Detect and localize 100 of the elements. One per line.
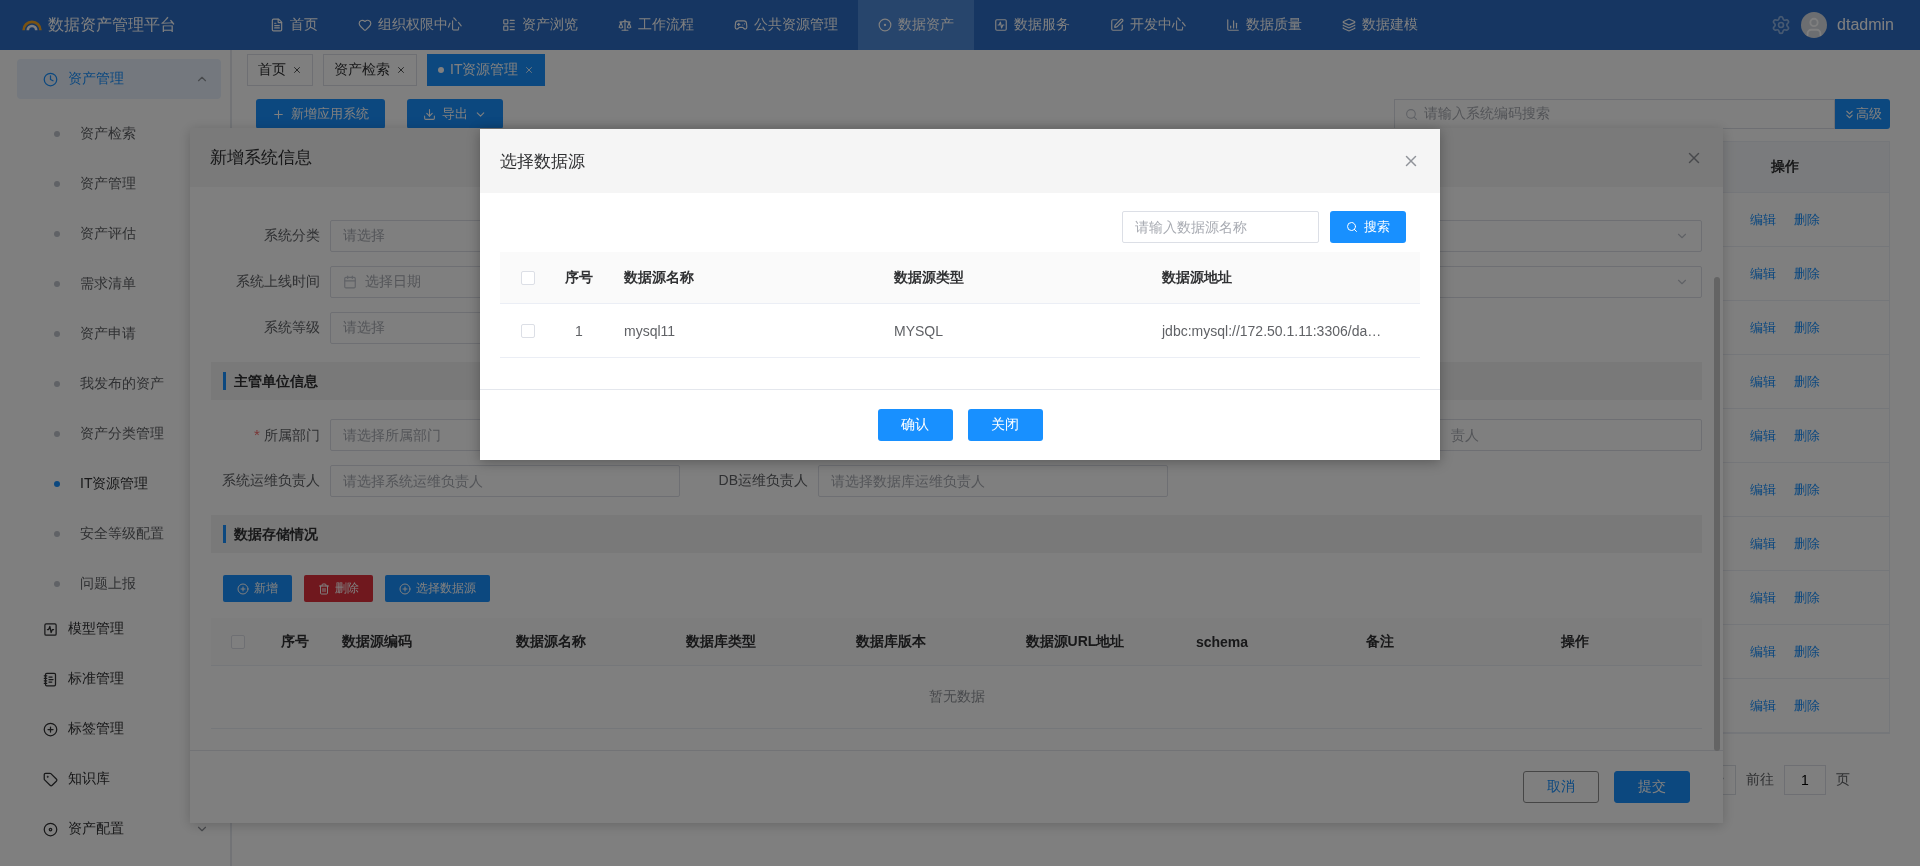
scrollbar[interactable] [1714, 277, 1720, 751]
column-header: 序号 [565, 268, 593, 287]
close-icon[interactable] [524, 65, 535, 75]
edit-link[interactable]: 编辑 [1750, 480, 1776, 499]
page-tab[interactable]: 资产检索 [323, 54, 417, 86]
column-header: 数据源编码 [342, 632, 412, 651]
add-button[interactable]: 新增 [223, 575, 292, 602]
search-field[interactable]: 请输入数据源名称 [1122, 211, 1319, 243]
edit-link[interactable]: 编辑 [1750, 210, 1776, 229]
column-header: 数据源名称 [516, 632, 586, 651]
plus-circle-icon [237, 582, 249, 595]
nav-item[interactable]: 数据质量 [1206, 0, 1322, 50]
page-tab[interactable]: 首页 [247, 54, 313, 86]
field-label: 系统分类 [263, 227, 321, 245]
search-icon [1346, 221, 1358, 233]
page-tab[interactable]: IT资源管理 [427, 54, 546, 86]
nav-item[interactable]: 首页 [250, 0, 338, 50]
nav-item[interactable]: 资产浏览 [482, 0, 598, 50]
delete-link[interactable]: 删除 [1794, 426, 1820, 445]
column-header: 数据源类型 [893, 268, 964, 287]
select-field[interactable] [1438, 266, 1702, 298]
delete-link[interactable]: 删除 [1794, 480, 1820, 499]
settings-icon[interactable] [1771, 15, 1792, 35]
delete-link[interactable]: 删除 [1794, 264, 1820, 283]
checkbox[interactable] [520, 323, 535, 338]
circle-icon [878, 18, 892, 32]
search-button[interactable]: 搜索 [1330, 211, 1406, 243]
download-icon [423, 107, 436, 121]
edit-link[interactable]: 编辑 [1750, 534, 1776, 553]
avatar[interactable] [1801, 12, 1828, 38]
plus-icon [272, 107, 285, 121]
nav-item[interactable]: 组织权限中心 [338, 0, 482, 50]
column-header: 数据源名称 [623, 268, 694, 287]
column-header: 操作 [1771, 158, 1799, 176]
sidebar-item[interactable]: 资产管理 [17, 59, 221, 99]
delete-link[interactable]: 删除 [1794, 696, 1820, 715]
table-cell-text: MYSQL [893, 322, 943, 339]
clock-icon [43, 71, 58, 87]
document-icon [270, 18, 284, 32]
close-icon[interactable] [396, 65, 406, 75]
list-icon [502, 18, 516, 32]
field-label: DB运维负责人 [717, 472, 809, 490]
sidebar-item[interactable]: 资产配置 [17, 809, 221, 849]
column-header: schema [1195, 633, 1249, 650]
scale-icon [618, 18, 632, 32]
delete-button[interactable]: 删除 [304, 575, 373, 602]
page-suffix: 页 [1836, 771, 1850, 789]
search-icon [1405, 107, 1418, 121]
page-input[interactable]: 1 [1784, 765, 1826, 795]
activity-icon [994, 18, 1008, 32]
edit-link[interactable]: 编辑 [1750, 372, 1776, 391]
delete-link[interactable]: 删除 [1794, 534, 1820, 553]
nav-item[interactable]: 数据服务 [974, 0, 1090, 50]
edit-link[interactable]: 编辑 [1750, 642, 1776, 661]
sidebar-item[interactable]: 标签管理 [17, 709, 221, 749]
nav-item[interactable]: 数据建模 [1322, 0, 1438, 50]
nav-item[interactable]: 开发中心 [1090, 0, 1206, 50]
nav-item[interactable]: 工作流程 [598, 0, 714, 50]
delete-link[interactable]: 删除 [1794, 372, 1820, 391]
nav-item[interactable]: 数据资产 [858, 0, 974, 50]
cancel-button[interactable]: 取消 [1523, 771, 1599, 803]
user-name[interactable]: dtadmin [1837, 16, 1894, 34]
column-header: 数据库类型 [686, 632, 756, 651]
pen-icon [1110, 18, 1124, 32]
delete-link[interactable]: 删除 [1794, 642, 1820, 661]
delete-link[interactable]: 删除 [1794, 318, 1820, 337]
delete-link[interactable]: 删除 [1794, 588, 1820, 607]
column-header: 数据库版本 [856, 632, 926, 651]
submit-button[interactable]: 提交 [1614, 771, 1690, 803]
delete-link[interactable]: 删除 [1794, 210, 1820, 229]
edit-link[interactable]: 编辑 [1750, 696, 1776, 715]
app-title: 数据资产管理平台 [48, 14, 176, 35]
sidebar-item[interactable]: 模型管理 [17, 609, 221, 649]
heart-icon [358, 18, 372, 32]
sidebar-item[interactable]: 标准管理 [17, 659, 221, 699]
trash-icon [318, 582, 330, 595]
section-title: 数据存储情况 [223, 525, 318, 543]
column-header: 备注 [1366, 632, 1394, 651]
add-system-button[interactable]: 新增应用系统 [256, 99, 385, 129]
confirm-button[interactable]: 确认 [877, 409, 953, 441]
export-button[interactable]: 导出 [407, 99, 503, 129]
select-field[interactable] [1438, 220, 1702, 252]
close-button[interactable]: 关闭 [967, 409, 1043, 441]
advanced-button[interactable]: 高级 [1835, 99, 1890, 129]
section-title: 主管单位信息 [223, 372, 318, 390]
nav-item[interactable]: 公共资源管理 [714, 0, 858, 50]
column-header: 数据源URL地址 [1025, 632, 1125, 651]
sidebar-item[interactable]: 知识库 [17, 759, 221, 799]
edit-link[interactable]: 编辑 [1750, 264, 1776, 283]
add-button[interactable]: 选择数据源 [385, 575, 490, 602]
table-cell: 1 [575, 322, 583, 339]
plus-circle-icon [399, 582, 411, 595]
edit-link[interactable]: 编辑 [1750, 318, 1776, 337]
checkbox[interactable] [520, 270, 535, 285]
edit-link[interactable]: 编辑 [1750, 588, 1776, 607]
edit-link[interactable]: 编辑 [1750, 426, 1776, 445]
tag-icon [43, 771, 58, 787]
close-icon[interactable] [292, 65, 302, 75]
gamepad-icon [734, 18, 748, 32]
activity-icon [43, 621, 58, 637]
